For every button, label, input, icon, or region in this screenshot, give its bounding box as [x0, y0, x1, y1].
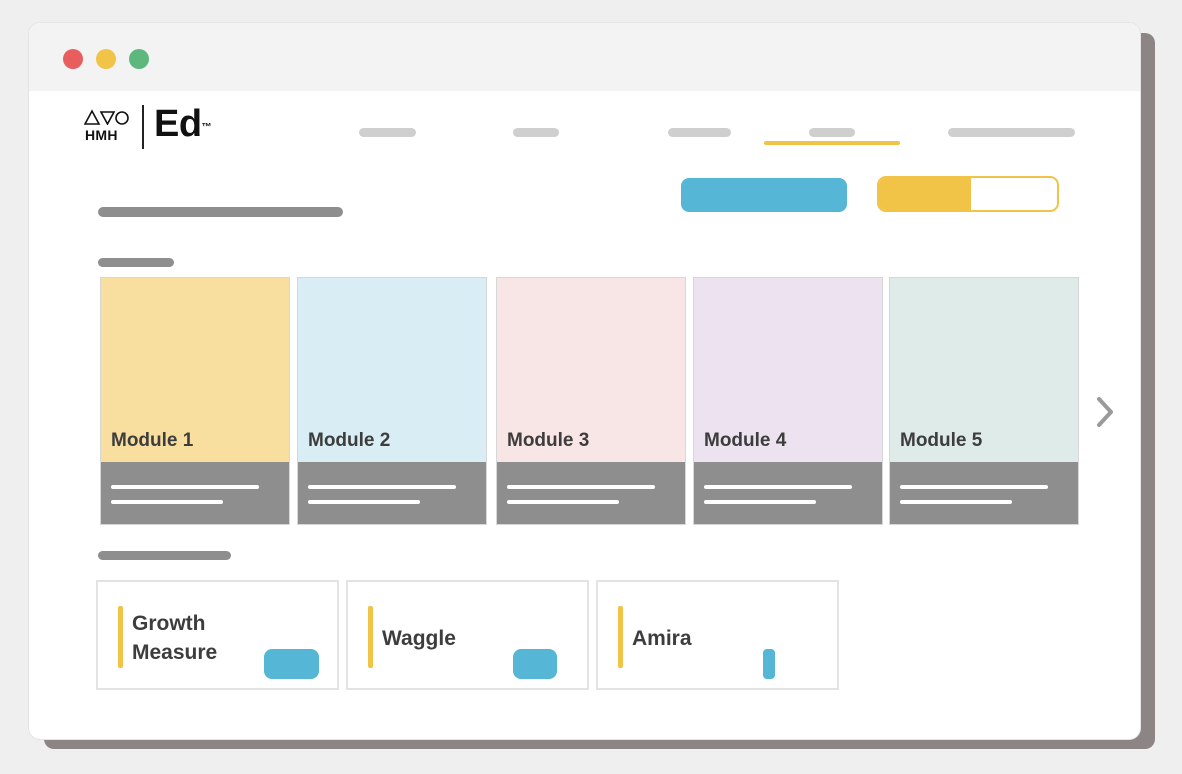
module-card-title: Module 2 — [308, 430, 391, 451]
app-card-waggle[interactable]: Waggle — [346, 580, 589, 690]
module-card-cover: Module 3 — [497, 278, 685, 462]
nav-item-4-active[interactable] — [809, 128, 855, 137]
nav-item-5[interactable] — [948, 128, 1075, 137]
browser-window: HMH Ed™ Module 1 Module 2 Module 3 Modul… — [28, 22, 1141, 740]
module-card-details — [497, 462, 685, 524]
module-card-3[interactable]: Module 3 — [496, 277, 686, 525]
text-line-placeholder — [308, 500, 420, 504]
module-card-cover: Module 1 — [101, 278, 289, 462]
primary-action-button[interactable] — [681, 178, 847, 212]
module-card-details — [890, 462, 1078, 524]
text-line-placeholder — [507, 485, 655, 489]
view-toggle-selected — [879, 178, 971, 210]
title-bar — [29, 23, 1140, 91]
app-card-accent — [368, 606, 373, 668]
section-heading-placeholder — [98, 258, 174, 267]
text-line-placeholder — [111, 485, 259, 489]
maximize-window-button[interactable] — [129, 49, 149, 69]
view-toggle[interactable] — [877, 176, 1059, 212]
text-line-placeholder — [111, 500, 223, 504]
apps-heading-placeholder — [98, 551, 231, 560]
logo-product-name: Ed — [154, 103, 202, 145]
module-card-cover: Module 2 — [298, 278, 486, 462]
app-card-accent — [118, 606, 123, 668]
nav-item-3[interactable] — [668, 128, 731, 137]
text-line-placeholder — [704, 500, 816, 504]
nav-item-1[interactable] — [359, 128, 416, 137]
text-line-placeholder — [308, 485, 456, 489]
app-card-amira[interactable]: Amira — [596, 580, 839, 690]
module-card-details — [298, 462, 486, 524]
module-card-title: Module 4 — [704, 430, 787, 451]
logo-divider — [142, 105, 144, 149]
active-nav-underline — [764, 141, 900, 145]
module-card-cover: Module 5 — [890, 278, 1078, 462]
app-card-title-line1: Growth — [132, 612, 206, 635]
text-line-placeholder — [507, 500, 619, 504]
app-card-title: Waggle — [382, 627, 456, 650]
module-card-details — [101, 462, 289, 524]
module-card-title: Module 3 — [507, 430, 590, 451]
app-card-accent — [618, 606, 623, 668]
logo-product-text: Ed™ — [154, 102, 212, 146]
app-card-growth-measure[interactable]: Growth Measure — [96, 580, 339, 690]
app-card-badge[interactable] — [264, 649, 319, 679]
module-card-4[interactable]: Module 4 — [693, 277, 883, 525]
nav-item-2[interactable] — [513, 128, 559, 137]
app-card-badge[interactable] — [513, 649, 557, 679]
logo-brand-text: HMH — [85, 127, 118, 143]
page-title-placeholder — [98, 207, 343, 217]
module-card-title: Module 5 — [900, 430, 983, 451]
module-card-2[interactable]: Module 2 — [297, 277, 487, 525]
app-card-title-line2: Measure — [132, 641, 218, 664]
minimize-window-button[interactable] — [96, 49, 116, 69]
module-card-1[interactable]: Module 1 — [100, 277, 290, 525]
module-card-5[interactable]: Module 5 — [889, 277, 1079, 525]
close-window-button[interactable] — [63, 49, 83, 69]
module-card-cover: Module 4 — [694, 278, 882, 462]
hmh-shapes-icon — [84, 109, 129, 125]
text-line-placeholder — [704, 485, 852, 489]
app-card-title: Amira — [632, 627, 692, 650]
text-line-placeholder — [900, 500, 1012, 504]
text-line-placeholder — [900, 485, 1048, 489]
app-card-badge[interactable] — [763, 649, 775, 679]
module-card-details — [694, 462, 882, 524]
chevron-right-icon[interactable] — [1089, 395, 1119, 429]
logo-trademark: ™ — [201, 122, 212, 133]
module-card-title: Module 1 — [111, 430, 194, 451]
